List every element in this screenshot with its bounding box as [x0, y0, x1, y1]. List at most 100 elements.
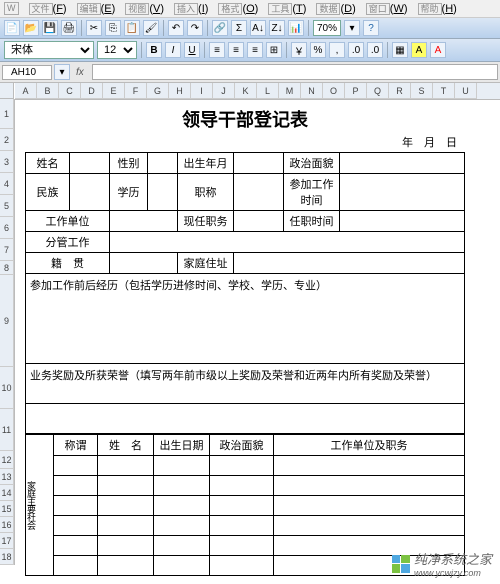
font-size-select[interactable]: 12 — [97, 41, 137, 59]
value-join-time[interactable] — [340, 174, 465, 211]
col-header[interactable]: M — [279, 83, 301, 99]
row-header[interactable]: 3 — [0, 151, 14, 173]
section-blank[interactable] — [25, 404, 465, 434]
font-name-select[interactable]: 宋体 — [4, 41, 94, 59]
menu-help[interactable]: 帮助(H) — [418, 2, 457, 15]
open-icon[interactable]: 📂 — [23, 20, 39, 36]
cut-icon[interactable]: ✂ — [86, 20, 102, 36]
col-header[interactable]: I — [191, 83, 213, 99]
copy-icon[interactable]: ⎘ — [105, 20, 121, 36]
zoom-dropdown-icon[interactable]: ▾ — [344, 20, 360, 36]
col-header[interactable]: J — [213, 83, 235, 99]
print-icon[interactable]: 🖨 — [61, 20, 77, 36]
menu-window[interactable]: 窗口(W) — [366, 2, 408, 15]
row-header[interactable]: 17 — [0, 533, 14, 549]
section-work-history[interactable]: 参加工作前后经历（包括学历进修时间、学校、学历、专业） — [25, 274, 465, 364]
row-header[interactable]: 18 — [0, 549, 14, 565]
font-color-icon[interactable]: A — [430, 42, 446, 58]
menu-data[interactable]: 数据(D) — [316, 2, 355, 15]
italic-button[interactable]: I — [165, 42, 181, 58]
merge-cells-icon[interactable]: ⊞ — [266, 42, 282, 58]
select-all-corner[interactable] — [0, 83, 14, 99]
row-header[interactable]: 13 — [0, 469, 14, 485]
col-header[interactable]: U — [455, 83, 477, 99]
row-header[interactable]: 11 — [0, 409, 14, 451]
formula-input[interactable] — [92, 64, 498, 80]
redo-icon[interactable]: ↷ — [187, 20, 203, 36]
paste-icon[interactable]: 📋 — [124, 20, 140, 36]
menu-insert[interactable]: 插入(I) — [174, 2, 208, 15]
menu-edit[interactable]: 编辑(E) — [77, 2, 116, 15]
value-work-unit[interactable] — [110, 211, 178, 232]
menu-tools[interactable]: 工具(T) — [268, 2, 306, 15]
cellref-dropdown-icon[interactable]: ▾ — [54, 64, 70, 80]
menu-view[interactable]: 视图(V) — [125, 2, 164, 15]
row-header[interactable]: 5 — [0, 195, 14, 217]
percent-icon[interactable]: % — [310, 42, 326, 58]
col-header[interactable]: H — [169, 83, 191, 99]
new-icon[interactable]: 📄 — [4, 20, 20, 36]
format-painter-icon[interactable]: 🖌 — [143, 20, 159, 36]
row-header[interactable]: 9 — [0, 275, 14, 367]
cell-reference[interactable]: AH10 — [2, 65, 52, 80]
col-header[interactable]: G — [147, 83, 169, 99]
row-header[interactable]: 16 — [0, 517, 14, 533]
underline-button[interactable]: U — [184, 42, 200, 58]
value-education[interactable] — [148, 174, 178, 211]
col-header[interactable]: Q — [367, 83, 389, 99]
row-header[interactable]: 7 — [0, 239, 14, 261]
fill-color-icon[interactable]: A — [411, 42, 427, 58]
align-right-icon[interactable]: ≡ — [247, 42, 263, 58]
row-header[interactable]: 2 — [0, 129, 14, 151]
section-awards[interactable]: 业务奖励及所获荣誉（填写两年前市级以上奖励及荣誉和近两年内所有奖励及荣誉） — [25, 364, 465, 404]
undo-icon[interactable]: ↶ — [168, 20, 184, 36]
col-header[interactable]: N — [301, 83, 323, 99]
value-native-place[interactable] — [110, 253, 178, 274]
currency-icon[interactable]: ￥ — [291, 42, 307, 58]
sum-icon[interactable]: Σ — [231, 20, 247, 36]
value-tenure[interactable] — [340, 211, 465, 232]
menu-format[interactable]: 格式(O) — [218, 2, 258, 15]
col-header[interactable]: E — [103, 83, 125, 99]
row-header[interactable]: 1 — [0, 99, 14, 129]
help-icon[interactable]: ? — [363, 20, 379, 36]
menu-file[interactable]: 文件(F) — [29, 2, 67, 15]
row-header[interactable]: 14 — [0, 485, 14, 501]
sort-desc-icon[interactable]: Z↓ — [269, 20, 285, 36]
value-politics[interactable] — [340, 153, 465, 174]
value-position[interactable] — [234, 211, 284, 232]
col-header[interactable]: B — [37, 83, 59, 99]
row-header[interactable]: 12 — [0, 451, 14, 469]
col-header[interactable]: P — [345, 83, 367, 99]
row-header[interactable]: 6 — [0, 217, 14, 239]
col-header[interactable]: L — [257, 83, 279, 99]
col-header[interactable]: F — [125, 83, 147, 99]
decrease-decimal-icon[interactable]: .0 — [367, 42, 383, 58]
value-home-addr[interactable] — [234, 253, 465, 274]
col-header[interactable]: D — [81, 83, 103, 99]
value-title[interactable] — [234, 174, 284, 211]
sort-asc-icon[interactable]: A↓ — [250, 20, 266, 36]
zoom-value[interactable]: 70% — [313, 20, 341, 36]
col-header[interactable]: S — [411, 83, 433, 99]
align-left-icon[interactable]: ≡ — [209, 42, 225, 58]
col-header[interactable]: T — [433, 83, 455, 99]
col-header[interactable]: R — [389, 83, 411, 99]
row-header[interactable]: 15 — [0, 501, 14, 517]
value-sex[interactable] — [148, 153, 178, 174]
row-header[interactable]: 8 — [0, 261, 14, 275]
hyperlink-icon[interactable]: 🔗 — [212, 20, 228, 36]
value-birth[interactable] — [234, 153, 284, 174]
value-ethnic[interactable] — [70, 174, 110, 211]
save-icon[interactable]: 💾 — [42, 20, 58, 36]
increase-decimal-icon[interactable]: .0 — [348, 42, 364, 58]
comma-icon[interactable]: , — [329, 42, 345, 58]
value-name[interactable] — [70, 153, 110, 174]
row-header[interactable]: 4 — [0, 173, 14, 195]
bold-button[interactable]: B — [146, 42, 162, 58]
col-header[interactable]: O — [323, 83, 345, 99]
fx-icon[interactable]: fx — [70, 67, 90, 78]
col-header[interactable]: K — [235, 83, 257, 99]
col-header[interactable]: C — [59, 83, 81, 99]
align-center-icon[interactable]: ≡ — [228, 42, 244, 58]
